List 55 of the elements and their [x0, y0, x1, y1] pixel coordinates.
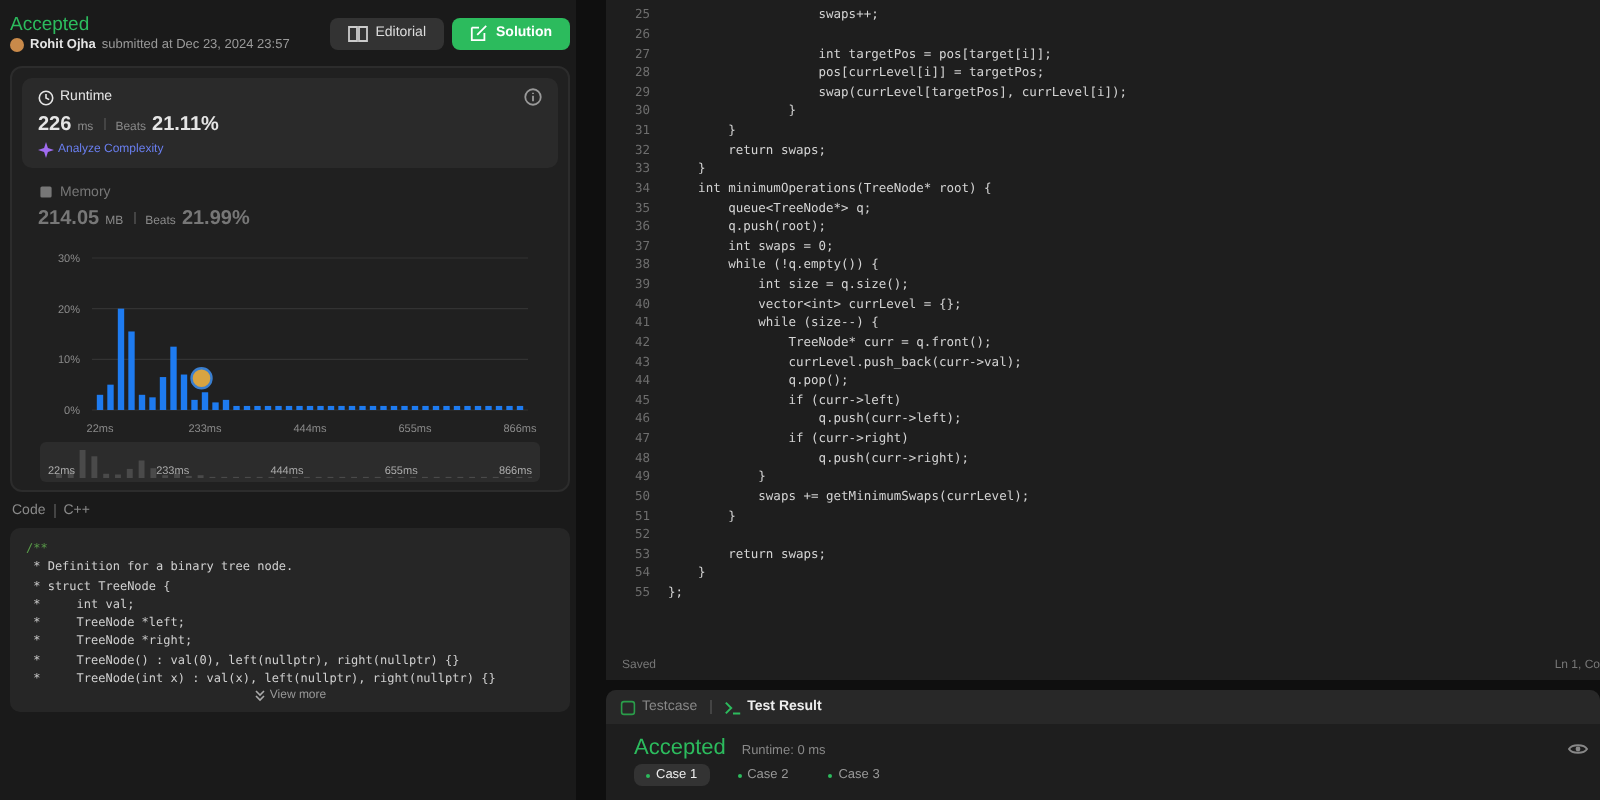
- bar[interactable]: [117, 308, 125, 410]
- clock-icon: [38, 89, 54, 105]
- bar[interactable]: [506, 405, 513, 410]
- bar[interactable]: [380, 405, 387, 410]
- chip-icon: [38, 184, 54, 200]
- bar[interactable]: [422, 405, 429, 410]
- submission-status: Accepted: [10, 14, 92, 36]
- info-icon[interactable]: [524, 88, 542, 106]
- bar[interactable]: [180, 374, 188, 410]
- bar[interactable]: [348, 405, 356, 410]
- bar[interactable]: [327, 405, 335, 410]
- bar[interactable]: [443, 405, 450, 410]
- bar[interactable]: [338, 405, 345, 410]
- bar[interactable]: [485, 405, 492, 410]
- bar[interactable]: [359, 405, 366, 410]
- bar[interactable]: [390, 405, 398, 410]
- bar[interactable]: [306, 405, 314, 410]
- bar[interactable]: [369, 405, 377, 410]
- checkbox-icon: [620, 699, 636, 715]
- bar[interactable]: [453, 405, 461, 410]
- bar[interactable]: [401, 405, 408, 410]
- beats-percent: 21.99%: [181, 208, 250, 230]
- bar[interactable]: [516, 405, 524, 410]
- edit-icon: [470, 24, 488, 42]
- bar[interactable]: [495, 405, 503, 410]
- bar[interactable]: [264, 405, 272, 410]
- terminal-icon: [723, 699, 742, 715]
- bar[interactable]: [96, 394, 104, 410]
- eye-icon[interactable]: [1568, 741, 1588, 755]
- bar[interactable]: [432, 405, 440, 410]
- bar[interactable]: [411, 405, 419, 410]
- bar[interactable]: [296, 405, 303, 410]
- avatar-icon: [10, 38, 24, 52]
- bar[interactable]: [285, 405, 293, 410]
- bar[interactable]: [275, 405, 282, 410]
- chevrons-down-icon: [253, 690, 266, 703]
- bar[interactable]: [243, 405, 251, 410]
- metric-value: 226: [38, 114, 72, 136]
- user-avatar-marker: [190, 367, 213, 390]
- bar[interactable]: [317, 405, 324, 410]
- beats-percent: 21.11%: [152, 114, 219, 136]
- bar[interactable]: [201, 392, 209, 410]
- book-icon: [347, 25, 368, 41]
- bar[interactable]: [107, 384, 114, 410]
- bar[interactable]: [138, 394, 146, 410]
- metric-value: 214.05: [38, 208, 100, 230]
- bar[interactable]: [212, 402, 219, 410]
- bar[interactable]: [464, 405, 471, 410]
- bar[interactable]: [233, 405, 240, 410]
- sparkle-icon: [38, 142, 54, 158]
- verdict-text: Accepted: [634, 736, 726, 760]
- bar[interactable]: [474, 405, 482, 410]
- bar[interactable]: [159, 377, 167, 410]
- bar[interactable]: [254, 405, 261, 410]
- bar[interactable]: [191, 399, 198, 410]
